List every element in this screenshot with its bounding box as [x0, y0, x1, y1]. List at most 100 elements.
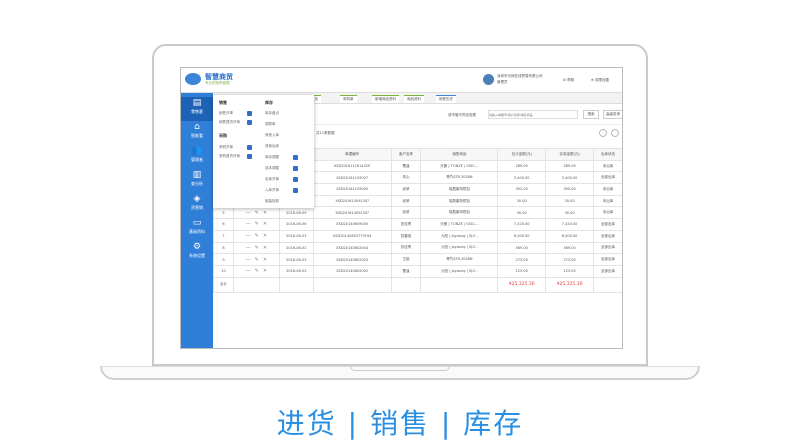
- table-cell: 5: [213, 206, 234, 220]
- table-cell: 2016-06-09: [278, 206, 314, 220]
- refresh-icon[interactable]: [599, 129, 607, 137]
- table-row[interactable]: 7 — ✎ ✕ 2016-06-03 XSD20140603779194 张董成 九阳 | J…: [213, 229, 622, 243]
- sidebar-item[interactable]: 👥 管理者: [181, 145, 213, 169]
- delete-icon[interactable]: ✕: [263, 233, 267, 239]
- delete-icon[interactable]: ✕: [263, 221, 267, 227]
- table-cell: 九阳 | Joyoung | SJ-Y...: [420, 229, 499, 243]
- checkbox-checked[interactable]: [293, 155, 298, 160]
- checkbox-checked[interactable]: [247, 145, 252, 150]
- tab[interactable]: 销售历史: [436, 95, 456, 103]
- minus-icon[interactable]: —: [246, 257, 251, 263]
- checkbox-checked[interactable]: [247, 154, 252, 159]
- edit-icon[interactable]: ✎: [255, 257, 259, 263]
- table-cell: 289.00: [545, 159, 595, 173]
- menu-item[interactable]: 库存盘点: [265, 111, 279, 116]
- row-actions: — ✎ ✕: [232, 264, 280, 278]
- row-actions: — ✎ ✕: [232, 218, 280, 231]
- menu-item[interactable]: 销售开单: [219, 111, 233, 116]
- table-cell: XSD20140609000: [312, 218, 392, 231]
- checkbox-checked[interactable]: [247, 120, 252, 125]
- edit-icon[interactable]: ✎: [255, 233, 259, 239]
- menu-item[interactable]: 入库开单: [265, 188, 279, 193]
- table-cell: 6,000.00: [545, 229, 595, 243]
- delete-icon[interactable]: ✕: [263, 210, 267, 216]
- sidebar-item[interactable]: ⌂ 智能看: [181, 121, 213, 145]
- checkbox-checked[interactable]: [293, 166, 298, 171]
- tab[interactable]: 新增商品资料: [372, 95, 399, 103]
- menu-item[interactable]: 库存调整: [265, 155, 279, 160]
- table-row[interactable]: 6 — ✎ ✕ 2016-06-06 XSD20140609000 张佳青 天朗 | TONZ…: [213, 218, 622, 231]
- table-cell: XSD20140602004: [312, 241, 392, 255]
- edit-icon[interactable]: ✎: [255, 245, 259, 251]
- table-cell: XSD20161109007: [312, 171, 392, 185]
- table-cell: 123.00: [545, 264, 595, 278]
- table-cell: 10: [213, 264, 234, 278]
- table-cell: 2016-06-06: [278, 218, 314, 231]
- settings-circle-icon[interactable]: [611, 129, 619, 137]
- delete-icon[interactable]: ✕: [263, 268, 267, 274]
- sidebar-item[interactable]: ▤ 零售客: [181, 97, 213, 121]
- edit-icon[interactable]: ✎: [255, 210, 259, 216]
- minus-icon[interactable]: —: [246, 245, 251, 251]
- store-icon: ▤: [192, 98, 202, 108]
- sidebar-item[interactable]: ◈ 资营销: [181, 193, 213, 217]
- table-row[interactable]: 5— ✎ ✕ 2016-06-09 XSD20161409130? 武研 瑞昌康特预加 30.…: [213, 206, 622, 220]
- table-cell: XSD20161409130?: [312, 194, 392, 208]
- menu-item[interactable]: 其他出库: [265, 144, 279, 149]
- minus-icon[interactable]: —: [246, 268, 251, 274]
- book-icon: ▭: [192, 218, 202, 228]
- column-header: 实收金额(元): [545, 148, 595, 161]
- sidebar-item[interactable]: ▥ 查分析: [181, 169, 213, 193]
- menu-item[interactable]: 成本调整: [265, 166, 279, 171]
- table-cell: 未出库: [593, 194, 622, 208]
- table-cell: 青竹ATR-3026N: [420, 171, 499, 185]
- avatar[interactable]: [483, 74, 494, 85]
- table-cell: XSD20161409130?: [312, 206, 392, 220]
- edit-icon[interactable]: ✎: [255, 221, 259, 227]
- menu-item[interactable]: 销售退货开单: [219, 120, 240, 125]
- table-cell: 天朗 | TONZE | GSD-...: [420, 159, 499, 173]
- menu-item[interactable]: 采购开单: [219, 145, 233, 150]
- brand-tagline: 专业的商贸管理: [205, 81, 230, 85]
- minus-icon[interactable]: —: [246, 221, 251, 227]
- table-cell: 2016-06-03: [278, 229, 314, 243]
- search-button[interactable]: 搜索: [583, 110, 599, 119]
- table-row[interactable]: 8 — ✎ ✕ 2016-06-02 XSD20140602004 张佳青 九阳 | Joyo…: [213, 241, 622, 255]
- help-menu[interactable]: ⚙ 帮助: [563, 78, 574, 83]
- column-header: 客户名称: [390, 148, 422, 161]
- table-cell: 7,420.00: [545, 218, 595, 231]
- sidebar-item[interactable]: ▭ 基础资料: [181, 217, 213, 241]
- menu-item[interactable]: 采购退货开单: [219, 154, 240, 159]
- edit-icon[interactable]: ✎: [255, 268, 259, 274]
- help-icon: ⚙: [563, 78, 567, 82]
- search-input[interactable]: [488, 110, 578, 119]
- dropdown-menu: 销售 销售开单 销售退货开单 采购 采购开单 采购退货开单 库存 库存盘点 调拨单 其他入库 其他出…: [213, 95, 314, 208]
- minus-icon[interactable]: —: [246, 233, 251, 239]
- sidebar-item[interactable]: ⚙ 系统设置: [181, 241, 213, 265]
- menu-item[interactable]: 出库开单: [265, 177, 279, 182]
- delete-icon[interactable]: ✕: [263, 257, 267, 263]
- row-actions: — ✎ ✕: [232, 253, 280, 266]
- table-row[interactable]: 10 — ✎ ✕ 2016-06-02 XSD20140602002 曹逢 九阳 | Joyo…: [213, 264, 622, 278]
- table-cell: 123.00: [497, 264, 547, 278]
- table-cell: 张董成: [390, 229, 422, 243]
- table-row[interactable]: 9 — ✎ ✕ 2016-06-02 XSD20140602003 王能 青竹ATR-3026…: [213, 253, 622, 266]
- delete-icon[interactable]: ✕: [263, 245, 267, 251]
- minus-icon[interactable]: —: [246, 210, 251, 216]
- table-cell: 3,400.00: [497, 171, 547, 185]
- table-cell: 张佳青: [390, 241, 422, 255]
- checkbox-checked[interactable]: [247, 111, 252, 116]
- table-cell: 全部出库: [593, 253, 622, 266]
- column-header: 应计金额(元): [497, 148, 547, 161]
- menu-item[interactable]: 其他入库: [265, 133, 279, 138]
- tab[interactable]: 商品资料: [404, 95, 424, 103]
- tab[interactable]: 采购单: [340, 95, 357, 103]
- checkbox-checked[interactable]: [293, 177, 298, 182]
- menu-heading: 库存: [265, 100, 273, 105]
- slogan: 进货 | 销售 | 库存: [276, 407, 524, 440]
- menu-item[interactable]: 调拨单: [265, 122, 276, 127]
- advanced-search-button[interactable]: 高级查询: [603, 110, 622, 119]
- settings-link[interactable]: ⊕ 权限设置: [591, 78, 609, 83]
- checkbox-checked[interactable]: [293, 188, 298, 193]
- menu-item[interactable]: 组装拆卸: [265, 199, 279, 204]
